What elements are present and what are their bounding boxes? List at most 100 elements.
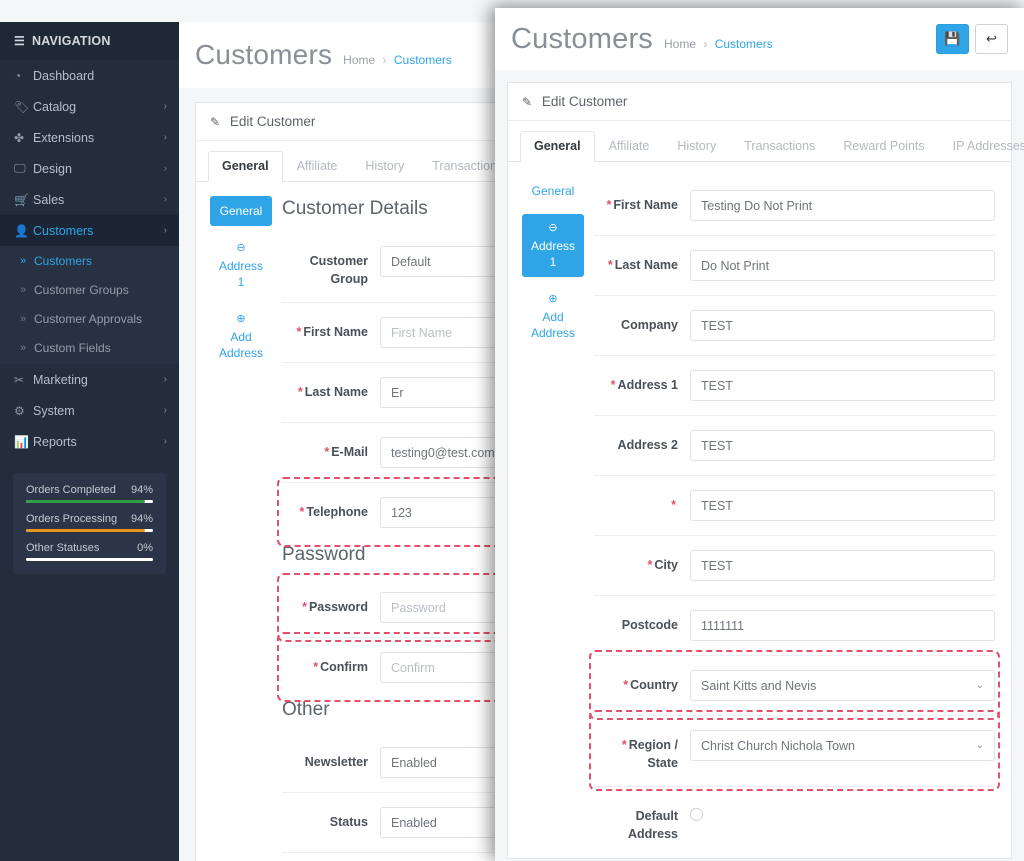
chevron-down-icon: ⌄ — [975, 740, 984, 751]
plus-circle-icon: ⊕ — [548, 293, 558, 306]
field-value: Default — [391, 254, 431, 269]
page-title: Customers — [195, 39, 333, 70]
sidenav-general[interactable]: General — [522, 176, 584, 206]
sidenav-address-1[interactable]: ⊖ Address 1 — [210, 234, 272, 297]
chevron-right-icon: › — [163, 225, 167, 236]
tab-history[interactable]: History — [351, 151, 418, 182]
sidebar-item-sales[interactable]: 🛒 Sales › — [0, 184, 179, 215]
sidebar-item-extensions[interactable]: ✤ Extensions › — [0, 122, 179, 153]
breadcrumb-home[interactable]: Home — [664, 37, 696, 51]
field-value: Er — [391, 385, 404, 400]
field-label-telephone: * Telephone — [299, 505, 368, 520]
input-postcode[interactable]: 1111111 — [690, 610, 995, 641]
default-address-label: Default Address — [627, 809, 678, 842]
save-floppy-icon: 💾 — [944, 31, 961, 46]
tag-icon: 🏷 — [14, 99, 30, 114]
stat-label: Other Statuses — [26, 542, 100, 554]
tab-affiliate[interactable]: Affiliate — [595, 131, 664, 162]
field-row-address-1: * Address 1 TEST — [594, 355, 995, 415]
input-address-2[interactable]: TEST — [690, 430, 995, 461]
field-value: Confirm — [391, 660, 435, 675]
input-last-name[interactable]: Do Not Print — [690, 250, 995, 281]
navigation-header: ☰ NAVIGATION — [0, 22, 179, 60]
sidebar-subitem-customers[interactable]: » Customers — [0, 246, 179, 275]
breadcrumb-separator: › — [703, 36, 708, 51]
tab-reward-points[interactable]: Reward Points — [829, 131, 938, 162]
sidebar-subitem-label: Customer Groups — [34, 282, 129, 297]
sidebar-item-label: Catalog — [33, 99, 77, 114]
back-edit-customer-card: ✎ Edit Customer General Affiliate History T… — [195, 102, 519, 861]
required-asterisk: * — [647, 558, 653, 572]
minus-circle-icon: ⊖ — [236, 242, 246, 255]
breadcrumb-current[interactable]: Customers — [715, 37, 773, 51]
breadcrumb-current[interactable]: Customers — [394, 53, 452, 67]
tab-ip-addresses[interactable]: IP Addresses — [939, 131, 1024, 162]
sidenav-general[interactable]: General — [210, 196, 272, 227]
back-other-fields: NewsletterEnabled⌄StatusEnabled⌄SafeNo⌄ — [282, 733, 519, 861]
field-value: Enabled — [391, 755, 437, 770]
sidenav-address-1[interactable]: ⊖ Address 1 — [522, 214, 584, 278]
sidebar-item-catalog[interactable]: 🏷 Catalog › — [0, 91, 179, 122]
sidebar-subitem-custom-fields[interactable]: » Custom Fields — [0, 333, 179, 362]
input-company[interactable]: TEST — [690, 310, 995, 341]
tab-general[interactable]: General — [208, 151, 283, 182]
sidebar-item-design[interactable]: 🖵 Design › — [0, 153, 179, 184]
field-label-e-mail: * E-Mail — [324, 445, 368, 460]
hamburger-icon[interactable]: ☰ — [14, 34, 25, 48]
field-label-password: * Password — [302, 600, 368, 615]
breadcrumb-home[interactable]: Home — [343, 53, 375, 67]
input-unlabeled[interactable]: TEST — [690, 490, 995, 521]
front-address-sidenav: General ⊖ Address 1 ⊕ Add Address — [508, 176, 594, 858]
field-row-unlabeled: * TEST — [594, 475, 995, 535]
save-button[interactable]: 💾 — [936, 24, 969, 54]
input-city[interactable]: TEST — [690, 550, 995, 581]
sidebar-subitem-customer-approvals[interactable]: » Customer Approvals — [0, 304, 179, 333]
input-first-name[interactable]: Testing Do Not Print — [690, 190, 995, 221]
sidebar-item-label: Sales — [33, 192, 65, 207]
chart-icon: 📊 — [14, 434, 29, 449]
sidebar-item-reports[interactable]: 📊 Reports › — [0, 426, 179, 457]
sidebar-item-customers[interactable]: 👤 Customers › — [0, 215, 179, 246]
tab-affiliate[interactable]: Affiliate — [283, 151, 352, 182]
sidenav-label: Add Address — [530, 310, 576, 341]
required-asterisk: * — [313, 660, 319, 675]
sidenav-add-address[interactable]: ⊕ Add Address — [522, 285, 584, 348]
field-label-region-state: * Region / State — [621, 738, 678, 771]
sidebar-item-dashboard[interactable]: ◔ Dashboard — [0, 60, 179, 91]
field-value: Do Not Print — [701, 258, 770, 273]
sidebar-item-label: Marketing — [33, 372, 88, 387]
sidebar-subitem-customer-groups[interactable]: » Customer Groups — [0, 275, 179, 304]
back-section-customer-details: Customer Details — [282, 198, 428, 219]
select-country[interactable]: Saint Kitts and Nevis ⌄ — [690, 670, 995, 701]
field-row-last-name: * Last Name Er — [282, 362, 519, 422]
tab-general[interactable]: General — [520, 131, 595, 162]
required-asterisk: * — [621, 738, 627, 752]
default-address-radio[interactable] — [690, 808, 703, 822]
sidebar-item-system[interactable]: ⚙ System › — [0, 395, 179, 426]
sidebar-subitem-label: Custom Fields — [34, 340, 111, 355]
user-icon: 👤 — [14, 223, 29, 238]
sidebar-subitem-label: Customer Approvals — [34, 311, 143, 326]
required-asterisk: * — [610, 378, 616, 392]
field-value: TEST — [701, 498, 733, 513]
sidenav-add-address[interactable]: ⊕ Add Address — [210, 305, 272, 368]
required-asterisk: * — [324, 445, 330, 460]
tab-history[interactable]: History — [663, 131, 730, 162]
plus-circle-icon: ⊕ — [236, 313, 246, 326]
share-icon: ✂ — [14, 372, 25, 387]
tab-transactions[interactable]: Transactions — [730, 131, 829, 162]
minus-circle-icon: ⊖ — [548, 222, 558, 235]
sidebar-item-marketing[interactable]: ✂ Marketing › — [0, 364, 179, 395]
sidenav-label: Address 1 — [530, 239, 576, 270]
breadcrumb: Home › Customers — [343, 44, 452, 67]
stat-row: Orders Completed 94% — [26, 484, 153, 503]
select-region-state[interactable]: Christ Church Nichola Town ⌄ — [690, 730, 995, 761]
sidebar-item-label: Reports — [33, 434, 77, 449]
input-address-1[interactable]: TEST — [690, 370, 995, 401]
field-value: Testing Do Not Print — [701, 198, 813, 213]
order-stats-panel: Orders Completed 94% Orders Processing 94% O… — [13, 473, 166, 574]
chevron-double-right-icon: » — [20, 312, 27, 325]
chevron-right-icon: › — [163, 101, 167, 112]
screen: ☰ NAVIGATION ◔ Dashboard 🏷 Catalog › ✤ Extensi… — [0, 0, 1024, 861]
back-button[interactable]: ↩ — [975, 24, 1008, 54]
